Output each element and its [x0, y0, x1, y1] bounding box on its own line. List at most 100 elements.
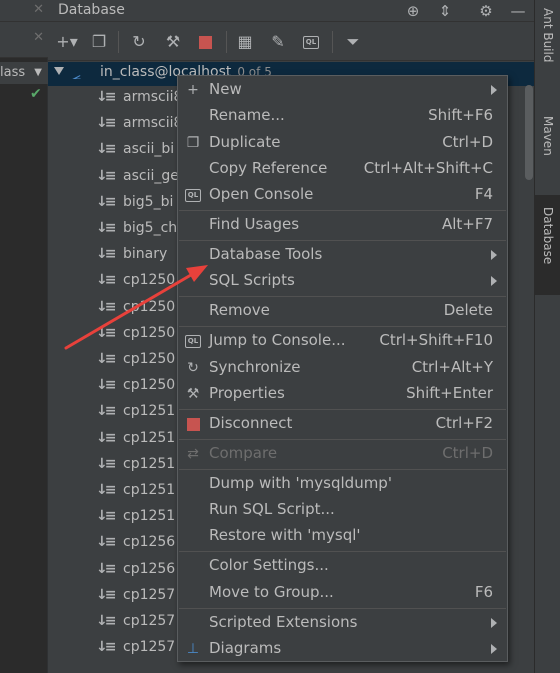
menu-item-properties[interactable]: ⚒ Properties Shift+Enter [178, 381, 507, 407]
menu-separator [179, 409, 506, 410]
menu-item-duplicate[interactable]: ❐ Duplicate Ctrl+D [178, 130, 507, 156]
menu-separator [179, 296, 506, 297]
tree-item-label: cp1257 [123, 639, 176, 656]
collation-icon: ↓≡ [96, 613, 117, 629]
tree-item-label: cp1250 [123, 351, 176, 367]
submenu-arrow-icon [491, 85, 497, 95]
menu-item-dump[interactable]: Dump with 'mysqldump' [178, 471, 507, 497]
tree-item-label: cp1250 [123, 377, 176, 394]
table-icon[interactable]: ▦ [234, 31, 256, 53]
tree-item-label: cp1257 [123, 586, 176, 603]
tab-label: Ant Build [541, 8, 555, 63]
menu-item-open-console[interactable]: QL Open Console F4 [178, 182, 507, 208]
collation-icon: ↓≡ [96, 403, 117, 420]
tree-item-label: cp1251 [123, 482, 176, 498]
tree-item-label: armscii8 [123, 115, 183, 132]
collation-icon: ↓≡ [96, 220, 117, 236]
collation-icon: ↓≡ [96, 115, 117, 132]
tab-database[interactable]: Database [535, 195, 560, 295]
toolbar-separator [118, 31, 119, 53]
tree-item-label: armscii8 [123, 89, 183, 105]
submenu-arrow-icon [491, 618, 497, 628]
editor-tab[interactable]: ✕ [0, 0, 48, 22]
class-dropdown[interactable]: lass ▼ [0, 62, 48, 84]
toolbar-separator [332, 31, 333, 53]
minimize-icon[interactable]: — [508, 1, 528, 21]
menu-item-copy-reference[interactable]: Copy Reference Ctrl+Alt+Shift+C [178, 156, 507, 182]
console-icon: QL [184, 332, 202, 350]
menu-item-find-usages[interactable]: Find Usages Alt+F7 [178, 212, 507, 238]
tree-item-label: ascii_ge [123, 167, 179, 184]
menu-item-run-sql-script[interactable]: Run SQL Script... [178, 497, 507, 523]
refresh-icon: ↻ [187, 360, 199, 376]
class-label: lass [0, 65, 26, 80]
menu-item-database-tools[interactable]: Database Tools [178, 242, 507, 268]
tree-item-label: big5_bi [123, 193, 174, 210]
collation-icon: ↓≡ [96, 508, 117, 525]
collation-icon: ↓≡ [96, 586, 117, 603]
console-icon: QL [184, 186, 202, 204]
tree-item-label: cp1251 [123, 429, 176, 446]
tab-label: Database [541, 207, 555, 265]
menu-item-sql-scripts[interactable]: SQL Scripts [178, 268, 507, 294]
tree-item-label: cp1250 [123, 272, 176, 289]
diagram-icon: ⊥ [186, 641, 200, 657]
duplicate-icon[interactable]: ❐ [88, 31, 110, 53]
console-icon[interactable]: QL [300, 31, 322, 53]
collapse-icon[interactable]: ⇕ [435, 1, 455, 21]
mysql-icon: ⦟ [72, 65, 82, 83]
wrench-icon: ⚒ [186, 386, 200, 402]
tab-label: Maven [541, 116, 555, 156]
schema-tools-icon[interactable]: ⚒ [162, 31, 184, 53]
submenu-arrow-icon [491, 276, 497, 286]
context-menu: + New Rename... Shift+F6 ❐ Duplicate Ctr… [177, 75, 508, 662]
tab-maven[interactable]: Maven [535, 108, 560, 183]
menu-item-scripted-extensions[interactable]: Scripted Extensions [178, 610, 507, 636]
menu-item-disconnect[interactable]: Disconnect Ctrl+F2 [178, 411, 507, 437]
menu-item-jump-to-console[interactable]: QL Jump to Console... Ctrl+Shift+F10 [178, 328, 507, 354]
globe-icon[interactable]: ⊕ [403, 1, 423, 21]
menu-separator [179, 210, 506, 211]
collation-icon: ↓≡ [96, 141, 117, 158]
stop-icon[interactable] [194, 31, 216, 53]
stop-icon [184, 415, 202, 433]
collation-icon: ↓≡ [96, 455, 117, 472]
menu-separator [179, 240, 506, 241]
expand-arrow-icon[interactable] [54, 67, 64, 75]
menu-item-new[interactable]: + New [178, 77, 507, 103]
menu-item-remove[interactable]: Remove Delete [178, 298, 507, 324]
edit-icon[interactable]: ✎ [267, 31, 289, 53]
duplicate-icon: ❐ [186, 135, 200, 151]
editor-tab[interactable]: ✕ [0, 22, 48, 58]
close-icon[interactable]: ✕ [33, 30, 44, 45]
menu-item-diagrams[interactable]: ⊥ Diagrams [178, 636, 507, 662]
collation-icon: ↓≡ [96, 167, 117, 184]
collation-icon: ↓≡ [96, 272, 117, 289]
scrollbar[interactable] [525, 85, 533, 180]
menu-item-move-to-group[interactable]: Move to Group... F6 [178, 580, 507, 606]
add-icon[interactable]: +▾ [56, 31, 78, 53]
collation-icon: ↓≡ [96, 377, 117, 394]
database-title: Database [58, 2, 125, 18]
menu-item-synchronize[interactable]: ↻ Synchronize Ctrl+Alt+Y [178, 355, 507, 381]
close-icon[interactable]: ✕ [33, 2, 44, 17]
menu-item-color-settings[interactable]: Color Settings... [178, 553, 507, 579]
tab-ant-build[interactable]: Ant Build [535, 0, 560, 95]
tree-item-label: cp1251 [123, 403, 176, 420]
collation-icon: ↓≡ [96, 193, 117, 210]
collation-icon: ↓≡ [96, 89, 117, 105]
menu-separator [179, 551, 506, 552]
chevron-down-icon: ▼ [34, 67, 42, 78]
menu-item-rename[interactable]: Rename... Shift+F6 [178, 103, 507, 129]
tree-item-label: ascii_bi [123, 141, 175, 158]
filter-icon[interactable]: ⏷ [342, 31, 364, 53]
refresh-icon[interactable]: ↻ [128, 31, 150, 53]
collation-icon: ↓≡ [96, 429, 117, 446]
menu-separator [179, 326, 506, 327]
menu-item-restore[interactable]: Restore with 'mysql' [178, 523, 507, 549]
menu-separator [179, 469, 506, 470]
gear-icon[interactable]: ⚙ [476, 1, 496, 21]
toolbar-separator [226, 31, 227, 53]
check-icon: ✔ [30, 86, 42, 102]
tree-item-label: cp1251 [123, 508, 176, 525]
